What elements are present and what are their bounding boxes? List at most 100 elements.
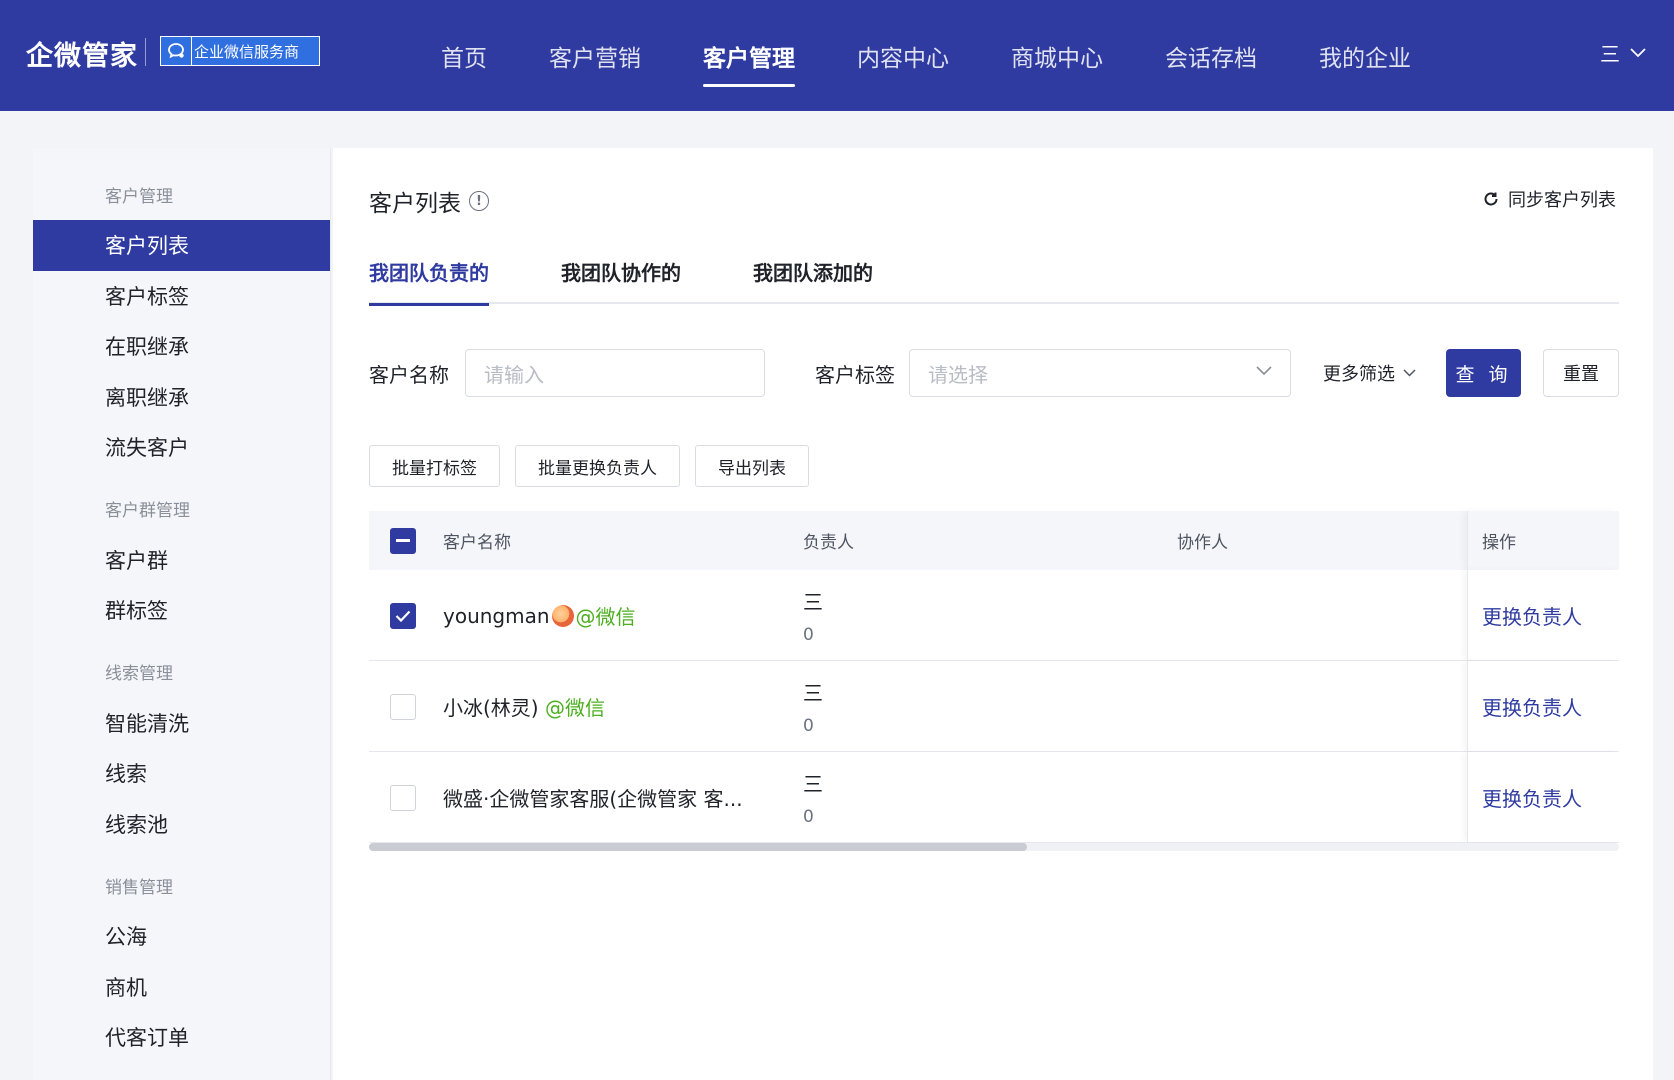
- sidebar-group-customer-group-management: 客户群管理: [105, 501, 190, 521]
- checkbox-unchecked: [390, 693, 416, 720]
- badge-label: 企业微信服务商: [191, 37, 319, 65]
- customer-table: 客户名称 负责人 协作人 操作 youngman @微信 三 0 更换负责人 小…: [369, 511, 1619, 843]
- sidebar-item-opportunities[interactable]: 商机: [33, 962, 330, 1013]
- row-checkbox[interactable]: [390, 752, 416, 843]
- customer-name-cell: youngman @微信: [443, 570, 636, 661]
- sync-customer-list-button[interactable]: 同步客户列表: [1482, 186, 1616, 212]
- tab-team-added[interactable]: 我团队添加的: [753, 238, 873, 304]
- checkbox-unchecked: [390, 784, 416, 811]
- wechat-source-tag: @微信: [575, 605, 636, 629]
- select-all-checkbox[interactable]: [390, 511, 416, 570]
- more-filters-toggle[interactable]: 更多筛选: [1323, 349, 1416, 397]
- owner-sub: 0: [803, 625, 814, 645]
- customer-tabs: 我团队负责的 我团队协作的 我团队添加的: [369, 238, 1619, 306]
- col-collaborator: 协作人: [1177, 533, 1228, 553]
- logo-divider: [145, 38, 146, 66]
- emoji-avatar: [551, 604, 574, 627]
- scrollbar-thumb[interactable]: [369, 843, 1027, 851]
- customer-tag-placeholder: 请选择: [928, 362, 988, 387]
- sidebar-item-customer-groups[interactable]: 客户群: [33, 535, 330, 586]
- owner-name: 三: [803, 590, 823, 614]
- bulk-tag-button[interactable]: 批量打标签: [369, 445, 500, 487]
- user-menu-button[interactable]: 三: [1600, 38, 1646, 67]
- sidebar-group-lead-management: 线索管理: [105, 664, 173, 684]
- customer-name-cell: 微盛·企微管家客服(企微管家 客...: [443, 752, 743, 843]
- sidebar-item-smart-cleaning[interactable]: 智能清洗: [33, 698, 330, 749]
- owner-cell: 三 0: [803, 661, 823, 752]
- sidebar-item-lead-pool[interactable]: 线索池: [33, 799, 330, 850]
- sidebar-item-group-tags[interactable]: 群标签: [33, 585, 330, 636]
- sidebar-item-proxy-orders[interactable]: 代客订单: [33, 1012, 330, 1063]
- wechat-source-tag: @微信: [544, 696, 605, 720]
- table-row: 小冰(林灵) @微信 三 0 更换负责人: [369, 661, 1619, 752]
- bulk-change-owner-button[interactable]: 批量更换负责人: [515, 445, 680, 487]
- customer-name-input[interactable]: 请输入: [465, 349, 765, 397]
- info-icon[interactable]: !: [469, 191, 489, 211]
- row-checkbox[interactable]: [390, 570, 416, 661]
- checkbox-indeterminate: [390, 527, 416, 554]
- nav-item-customer-management[interactable]: 客户管理: [672, 0, 826, 111]
- owner-cell: 三 0: [803, 570, 823, 661]
- customer-tag-label: 客户标签: [815, 362, 895, 387]
- tab-team-owned[interactable]: 我团队负责的: [369, 238, 489, 306]
- customer-name-cell: 小冰(林灵) @微信: [443, 661, 605, 752]
- nav-item-session-archive[interactable]: 会话存档: [1134, 0, 1288, 111]
- refresh-icon: [1484, 192, 1498, 206]
- sidebar-group-sales-management: 销售管理: [105, 877, 173, 898]
- table-row: youngman @微信 三 0 更换负责人: [369, 570, 1619, 661]
- tab-team-collaborated[interactable]: 我团队协作的: [561, 238, 681, 304]
- checkbox-checked: [390, 602, 416, 629]
- main-nav: 首页 客户营销 客户管理 内容中心 商城中心 会话存档 我的企业: [410, 0, 1442, 111]
- col-owner: 负责人: [803, 533, 854, 553]
- filter-bar: 客户名称 请输入 客户标签 请选择 更多筛选 查 询 重置: [369, 349, 1619, 397]
- change-owner-link[interactable]: 更换负责人: [1482, 661, 1582, 752]
- customer-name: 微盛·企微管家客服(企微管家 客...: [443, 787, 743, 811]
- page-title: 客户列表 !: [369, 184, 489, 218]
- service-provider-badge: 企业微信服务商: [160, 36, 320, 66]
- change-owner-link[interactable]: 更换负责人: [1482, 752, 1582, 843]
- table-row: 微盛·企微管家客服(企微管家 客... 三 0 更换负责人: [369, 752, 1619, 843]
- sidebar-item-resigned-transfer[interactable]: 离职继承: [33, 372, 330, 423]
- sidebar-item-lost-customers[interactable]: 流失客户: [33, 422, 330, 473]
- sidebar-item-customer-list[interactable]: 客户列表: [33, 220, 330, 271]
- more-filters-label: 更多筛选: [1323, 364, 1395, 385]
- sidebar-group-customer-management: 客户管理: [105, 186, 173, 207]
- nav-item-mall-center[interactable]: 商城中心: [980, 0, 1134, 111]
- owner-name: 三: [803, 772, 823, 796]
- row-checkbox[interactable]: [390, 661, 416, 752]
- sidebar-item-public-pool[interactable]: 公海: [33, 911, 330, 962]
- wecom-chat-icon: [161, 37, 191, 65]
- col-customer-name: 客户名称: [443, 533, 511, 553]
- nav-item-content-center[interactable]: 内容中心: [826, 0, 980, 111]
- sidebar-item-leads[interactable]: 线索: [33, 748, 330, 799]
- page-title-text: 客户列表: [369, 191, 461, 217]
- customer-name-label: 客户名称: [369, 362, 449, 387]
- chevron-down-icon: [1256, 366, 1272, 376]
- owner-sub: 0: [803, 716, 814, 736]
- sidebar-item-customer-tags[interactable]: 客户标签: [33, 271, 330, 322]
- col-actions: 操作: [1482, 533, 1516, 553]
- export-list-button[interactable]: 导出列表: [695, 445, 809, 487]
- customer-name: youngman: [443, 603, 550, 628]
- query-button[interactable]: 查 询: [1446, 349, 1521, 397]
- app-logo[interactable]: 企微管家: [26, 34, 138, 73]
- nav-item-home[interactable]: 首页: [410, 0, 518, 111]
- chevron-down-icon: [1630, 47, 1646, 57]
- horizontal-scrollbar[interactable]: [369, 843, 1619, 851]
- owner-sub: 0: [803, 807, 814, 827]
- change-owner-link[interactable]: 更换负责人: [1482, 570, 1582, 661]
- main-panel: 客户列表 ! 同步客户列表 我团队负责的 我团队协作的 我团队添加的 客户名称 …: [333, 148, 1653, 1080]
- customer-name: 小冰(林灵): [443, 696, 545, 720]
- bulk-actions: 批量打标签 批量更换负责人 导出列表: [369, 445, 809, 487]
- customer-tag-select[interactable]: 请选择: [909, 349, 1291, 397]
- sidebar: 客户管理 客户列表 客户标签 在职继承 离职继承 流失客户 客户群管理 客户群 …: [33, 148, 331, 1080]
- owner-name: 三: [803, 681, 823, 705]
- sidebar-item-inservice-transfer[interactable]: 在职继承: [33, 321, 330, 372]
- user-menu-label: 三: [1600, 42, 1620, 66]
- reset-button[interactable]: 重置: [1543, 349, 1619, 397]
- nav-item-my-enterprise[interactable]: 我的企业: [1288, 0, 1442, 111]
- owner-cell: 三 0: [803, 752, 823, 843]
- nav-item-marketing[interactable]: 客户营销: [518, 0, 672, 111]
- table-header: 客户名称 负责人 协作人 操作: [369, 511, 1619, 570]
- chevron-down-icon: [1403, 369, 1416, 377]
